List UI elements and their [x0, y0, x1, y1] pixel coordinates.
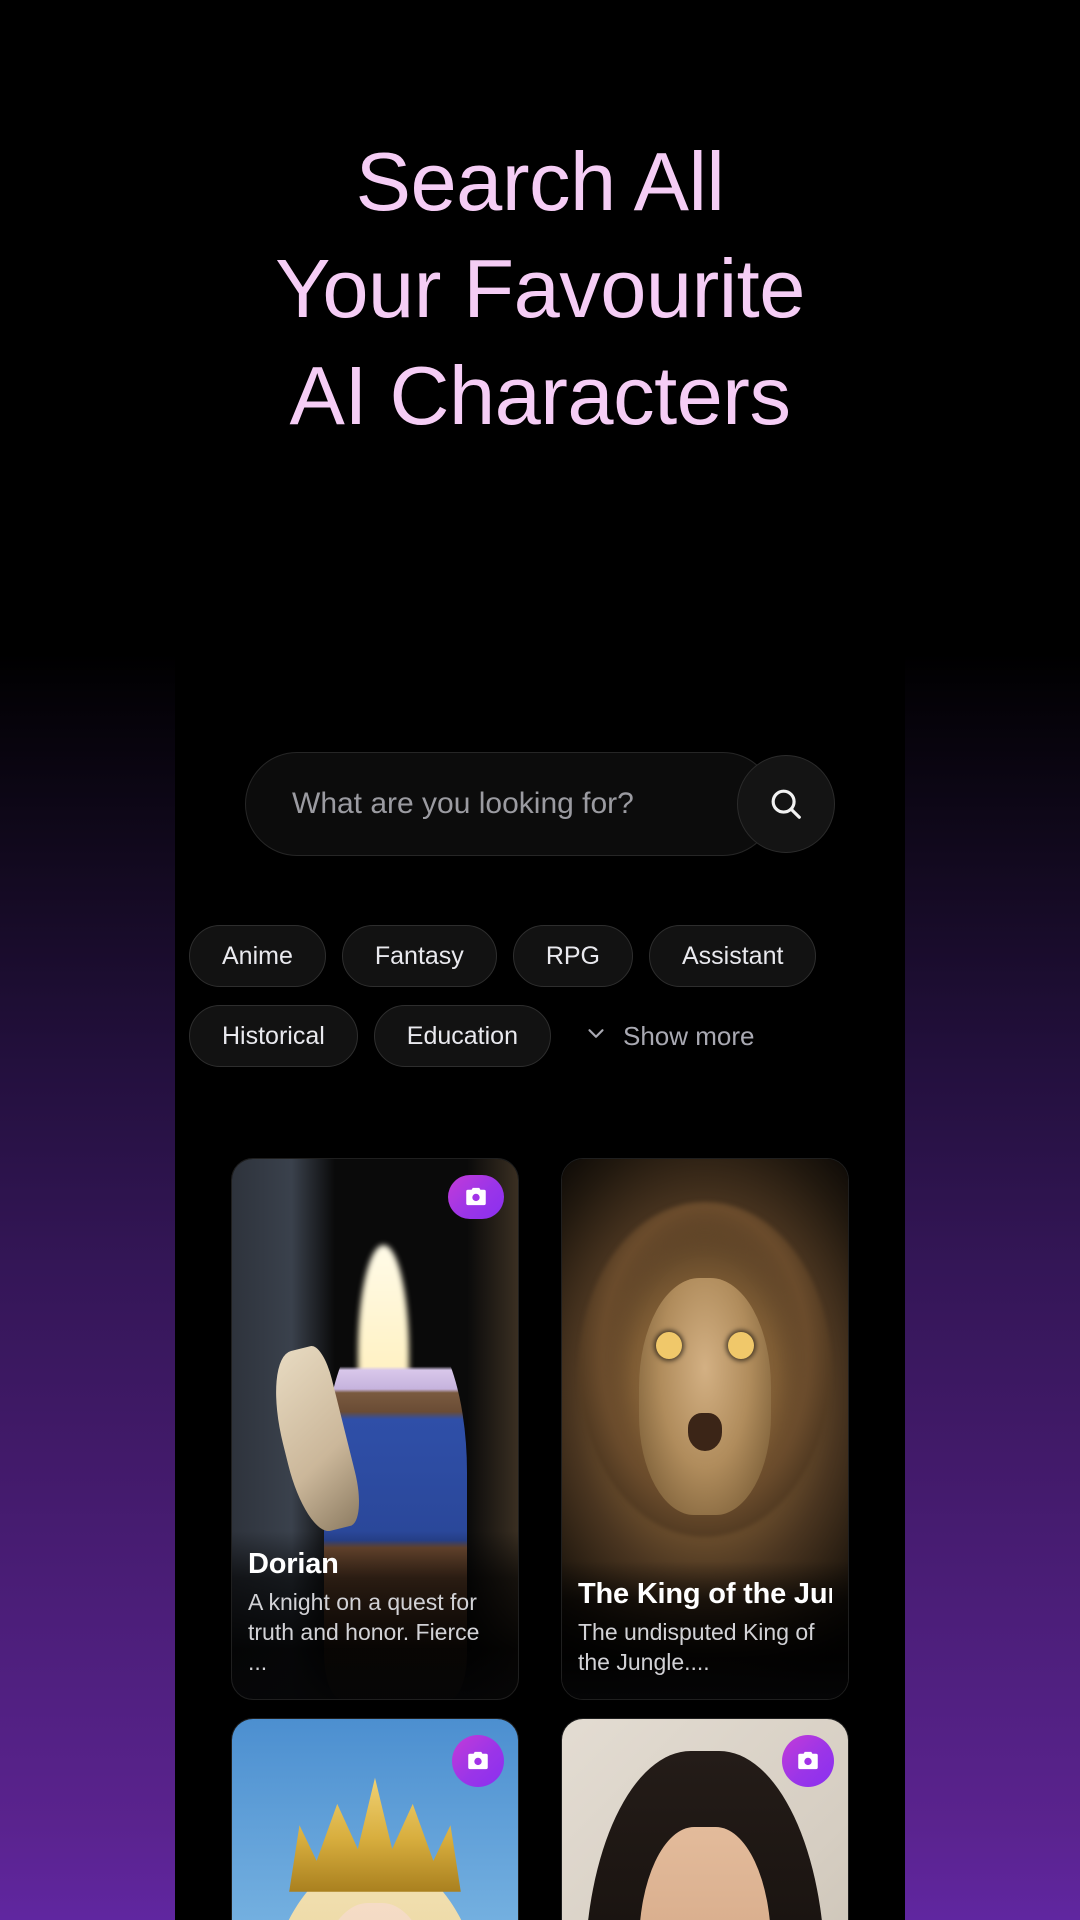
- character-card-text: The King of the Jungle The undisputed Ki…: [562, 1561, 848, 1699]
- page-title: Search All Your Favourite AI Characters: [175, 128, 905, 449]
- character-card-grid: Dorian A knight on a quest for truth and…: [175, 1158, 905, 1920]
- camera-icon[interactable]: [782, 1735, 834, 1787]
- camera-icon[interactable]: [452, 1735, 504, 1787]
- show-more-button[interactable]: Show more: [583, 1020, 755, 1053]
- category-pill-assistant[interactable]: Assistant: [649, 925, 817, 987]
- app-root: Search All Your Favourite AI Characters …: [0, 0, 1080, 1920]
- search-submit-button[interactable]: [737, 755, 835, 853]
- page-title-line-1: Search All: [355, 135, 725, 228]
- page-title-line-2: Your Favourite: [275, 242, 805, 335]
- character-card-text: Dorian A knight on a quest for truth and…: [232, 1531, 518, 1699]
- show-more-label: Show more: [623, 1020, 755, 1051]
- search-input[interactable]: [246, 753, 774, 855]
- chevron-down-icon: [583, 1020, 609, 1053]
- camera-icon[interactable]: [448, 1175, 504, 1219]
- character-card-princess[interactable]: [231, 1718, 519, 1920]
- character-name: The King of the Jungle: [578, 1578, 832, 1610]
- character-description: The undisputed King of the Jungle....: [578, 1619, 815, 1675]
- character-card-dorian[interactable]: Dorian A knight on a quest for truth and…: [231, 1158, 519, 1700]
- background-glow-right: [905, 0, 1080, 1920]
- character-card-king-of-the-jungle[interactable]: The King of the Jungle The undisputed Ki…: [561, 1158, 849, 1700]
- category-pill-rpg[interactable]: RPG: [512, 925, 633, 987]
- character-name: Dorian: [248, 1548, 339, 1580]
- category-pill-historical[interactable]: Historical: [189, 1005, 358, 1067]
- search-bar: [245, 752, 835, 856]
- category-pill-fantasy[interactable]: Fantasy: [341, 925, 497, 987]
- category-filter-list: Anime Fantasy RPG Assistant Historical E…: [189, 925, 889, 1067]
- page-title-line-3: AI Characters: [289, 349, 791, 442]
- search-field[interactable]: [245, 752, 775, 856]
- category-pill-education[interactable]: Education: [373, 1005, 551, 1067]
- character-card-woman[interactable]: [561, 1718, 849, 1920]
- background-glow-left: [0, 0, 175, 1920]
- search-icon: [767, 785, 805, 823]
- category-pill-anime[interactable]: Anime: [189, 925, 326, 987]
- character-description: A knight on a quest for truth and honor.…: [248, 1589, 480, 1675]
- content-stage: Search All Your Favourite AI Characters …: [175, 0, 905, 1920]
